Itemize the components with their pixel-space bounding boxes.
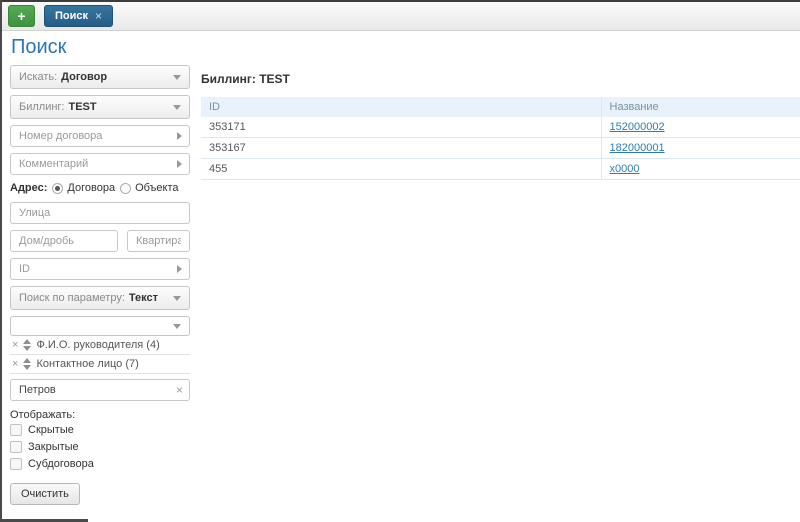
results-table: ID Название 353171 152000002 353167 1820… [201,97,800,180]
column-header-name: Название [601,97,800,117]
window-frame-top [0,0,800,2]
checkbox-hidden[interactable]: Скрытые [10,424,190,436]
sort-arrows-icon[interactable] [23,339,31,351]
radio-selected-icon[interactable] [52,183,63,194]
column-header-id: ID [201,97,601,117]
chevron-down-icon [173,324,181,329]
param-value-input[interactable] [10,379,190,401]
table-row: 455 x0000 [201,159,800,180]
search-type-select[interactable]: Искать: Договор [10,65,190,89]
flat-input[interactable] [127,230,190,252]
param-search-value: Текст [129,292,158,304]
clear-input-icon[interactable]: × [176,384,183,396]
window-frame-left [0,0,2,522]
checkbox-subcontracts[interactable]: Субдоговора [10,458,190,470]
contract-number-wrap [10,125,190,147]
display-label: Отображать: [10,409,190,421]
add-tab-button[interactable]: + [8,5,35,27]
address-label: Адрес: [10,182,47,194]
street-wrap [10,202,190,224]
radio-unselected-icon[interactable] [120,183,131,194]
comment-input[interactable] [10,153,190,175]
address-option-object[interactable]: Объекта [120,182,178,194]
contract-link[interactable]: x0000 [610,163,640,175]
param-item-label: Ф.И.О. руководителя (4) [36,339,159,351]
table-row: 353171 152000002 [201,117,800,138]
param-search-label: Поиск по параметру: [19,292,125,304]
house-flat-row [10,230,190,252]
address-option-object-label: Объекта [135,182,178,194]
cell-id: 353171 [201,117,601,138]
remove-icon[interactable]: × [12,359,18,370]
house-input[interactable] [10,230,118,252]
chevron-right-icon [177,132,182,140]
id-input[interactable] [10,258,190,280]
checkbox-closed-label: Закрытые [28,441,79,453]
search-type-value: Договор [61,71,107,83]
table-header-row: ID Название [201,97,800,117]
tab-bar: + Поиск × [2,2,800,31]
contract-link[interactable]: 182000001 [610,142,665,154]
param-item-label: Контактное лицо (7) [36,358,138,370]
search-form: Искать: Договор Биллинг: TEST Адрес: Дог… [10,65,190,505]
address-radio-group: Адрес: Договора Объекта [10,182,190,194]
checkbox-subcontracts-label: Субдоговора [28,458,94,470]
tab-search-label: Поиск [55,10,88,22]
chevron-right-icon [177,265,182,273]
checkbox-icon[interactable] [10,458,22,470]
search-type-label: Искать: [19,71,57,83]
results-title: Биллинг: TEST [201,72,800,86]
cell-id: 455 [201,159,601,180]
comment-wrap [10,153,190,175]
param-value-wrap: × [10,379,190,401]
table-row: 353167 182000001 [201,138,800,159]
param-item[interactable]: × Ф.И.О. руководителя (4) [10,336,190,355]
address-option-contract[interactable]: Договора [52,182,115,194]
checkbox-hidden-label: Скрытые [28,424,74,436]
billing-value: TEST [69,101,97,113]
clear-button[interactable]: Очистить [10,483,80,505]
remove-icon[interactable]: × [12,340,18,351]
param-search-select[interactable]: Поиск по параметру: Текст [10,286,190,310]
cell-id: 353167 [201,138,601,159]
param-add-select[interactable] [10,316,190,336]
street-input[interactable] [10,202,190,224]
chevron-down-icon [173,75,181,80]
address-option-contract-label: Договора [67,182,115,194]
checkbox-icon[interactable] [10,424,22,436]
chevron-right-icon [177,160,182,168]
contract-link[interactable]: 152000002 [610,121,665,133]
sort-arrows-icon[interactable] [23,358,31,370]
billing-label: Биллинг: [19,101,65,113]
results-panel: Биллинг: TEST ID Название 353171 1520000… [201,72,800,180]
chevron-down-icon [173,105,181,110]
checkbox-icon[interactable] [10,441,22,453]
checkbox-closed[interactable]: Закрытые [10,441,190,453]
billing-select[interactable]: Биллинг: TEST [10,95,190,119]
contract-number-input[interactable] [10,125,190,147]
page-title: Поиск [11,36,66,59]
id-wrap [10,258,190,280]
chevron-down-icon [173,296,181,301]
param-item[interactable]: × Контактное лицо (7) [10,355,190,374]
tab-close-icon[interactable]: × [95,9,102,23]
tab-search[interactable]: Поиск × [44,5,113,27]
